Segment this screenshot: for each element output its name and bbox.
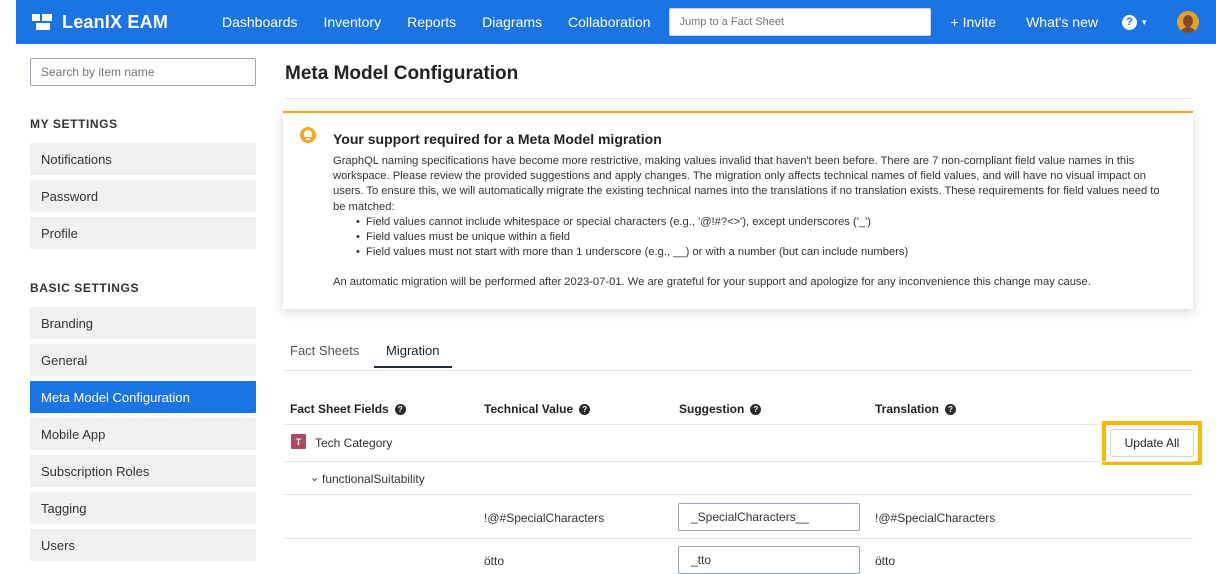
help-menu[interactable]: ? ▾ (1121, 14, 1147, 30)
alert-body: GraphQL naming specifications have becom… (333, 154, 1168, 261)
sidebar-item-tagging[interactable]: Tagging (30, 492, 256, 524)
column-header-translation: Translation ? (875, 402, 957, 416)
alert-title: Your support required for a Meta Model m… (333, 131, 662, 147)
sidebar-item-profile[interactable]: Profile (30, 217, 256, 249)
tab-migration[interactable]: Migration (386, 343, 439, 358)
divider (283, 461, 1193, 462)
suggestion-input[interactable] (678, 503, 860, 531)
nav-dashboards[interactable]: Dashboards (222, 14, 298, 30)
sidebar-item-password[interactable]: Password (30, 180, 256, 212)
top-navigation-bar: LeanIX EAM Dashboards Inventory Reports … (16, 0, 1216, 44)
chevron-down-icon[interactable]: ⌄ (310, 471, 319, 484)
sidebar-item-meta-model-configuration[interactable]: Meta Model Configuration (30, 381, 256, 413)
sidebar-item-users[interactable]: Users (30, 529, 256, 561)
migration-alert: Your support required for a Meta Model m… (283, 111, 1193, 309)
suggestion-input[interactable] (678, 546, 860, 574)
brand-logo[interactable]: LeanIX EAM (32, 12, 222, 33)
whats-new-link[interactable]: What's new (1026, 14, 1098, 30)
field-name[interactable]: functionalSuitability (322, 472, 425, 486)
divider (283, 538, 1193, 539)
settings-sidebar: MY SETTINGS Notifications Password Profi… (30, 58, 256, 561)
user-avatar[interactable] (1176, 11, 1199, 33)
sidebar-item-notifications[interactable]: Notifications (30, 143, 256, 175)
invite-button[interactable]: + Invite (951, 14, 997, 30)
column-header-label: Technical Value (484, 402, 574, 416)
list-item: Field values must be unique within a fie… (356, 230, 1168, 245)
sidebar-item-branding[interactable]: Branding (30, 307, 256, 339)
active-tab-indicator (374, 366, 452, 368)
column-header-suggestion: Suggestion ? (679, 402, 762, 416)
update-all-button[interactable]: Update All (1110, 429, 1194, 457)
page-title: Meta Model Configuration (285, 63, 519, 84)
my-settings-heading: MY SETTINGS (30, 117, 118, 131)
list-item: Field values must not start with more th… (356, 245, 1168, 260)
bell-icon (300, 127, 316, 143)
column-header-label: Suggestion (679, 402, 745, 416)
divider (283, 494, 1193, 495)
brand-name: LeanIX EAM (62, 11, 169, 32)
nav-collaboration[interactable]: Collaboration (568, 14, 651, 30)
alert-rules-list: Field values cannot include whitespace o… (356, 215, 1168, 261)
nav-reports[interactable]: Reports (407, 14, 456, 30)
help-icon[interactable]: ? (945, 403, 957, 415)
divider (285, 98, 1192, 99)
divider (283, 370, 1193, 371)
help-icon[interactable]: ? (750, 403, 762, 415)
technical-value: !@#SpecialCharacters (484, 511, 605, 525)
list-item: Field values cannot include whitespace o… (356, 215, 1168, 230)
column-header-fact-sheet-fields: Fact Sheet Fields ? (290, 402, 406, 416)
chevron-down-icon: ▾ (1141, 16, 1147, 27)
column-header-label: Translation (875, 402, 940, 416)
nav-inventory[interactable]: Inventory (324, 14, 382, 30)
technical-value: ötto (484, 554, 505, 568)
fact-sheet-type-badge: T (291, 434, 306, 449)
help-icon[interactable]: ? (579, 403, 591, 415)
alert-footer: An automatic migration will be performed… (333, 276, 1091, 288)
help-icon[interactable]: ? (394, 403, 406, 415)
nav-diagrams[interactable]: Diagrams (482, 14, 542, 30)
translation-value: ötto (875, 554, 896, 568)
tab-fact-sheets[interactable]: Fact Sheets (290, 343, 359, 358)
leanix-logo-icon (32, 12, 54, 32)
sidebar-item-mobile-app[interactable]: Mobile App (30, 418, 256, 450)
help-icon: ? (1121, 14, 1137, 30)
translation-value: !@#SpecialCharacters (875, 511, 996, 525)
basic-settings-heading: BASIC SETTINGS (30, 281, 140, 295)
sidebar-item-general[interactable]: General (30, 344, 256, 376)
column-header-label: Fact Sheet Fields (290, 402, 389, 416)
fact-sheet-type-name: Tech Category (315, 436, 393, 450)
jump-to-fact-sheet-input[interactable] (668, 8, 931, 36)
alert-description: GraphQL naming specifications have becom… (333, 155, 1160, 213)
column-header-technical-value: Technical Value ? (484, 402, 591, 416)
sidebar-item-subscription-roles[interactable]: Subscription Roles (30, 455, 256, 487)
divider (283, 424, 1193, 425)
sidebar-search-input[interactable] (30, 58, 256, 86)
